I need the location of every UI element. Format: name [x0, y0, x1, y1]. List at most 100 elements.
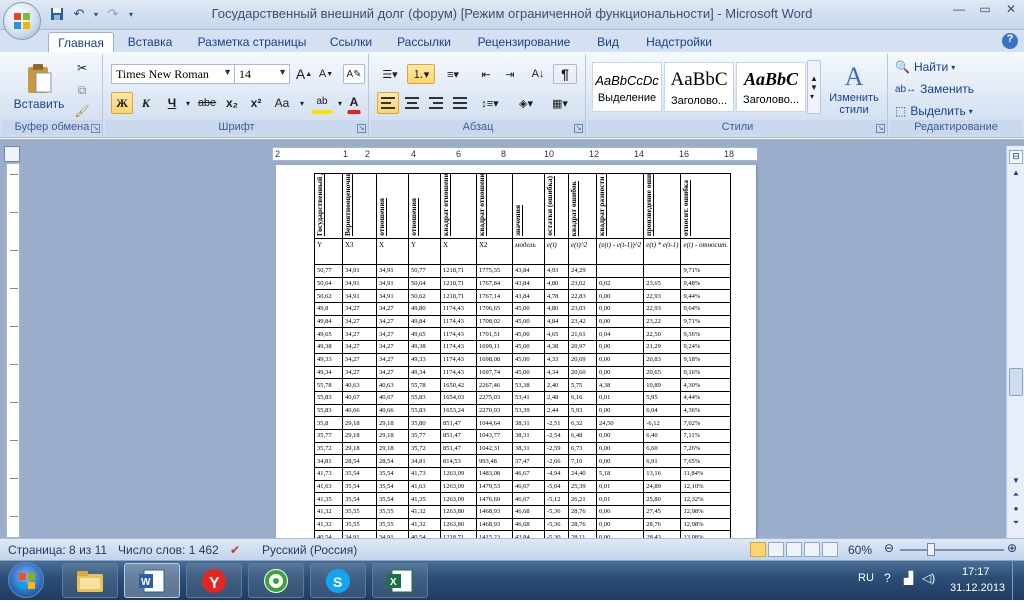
maximize-icon[interactable]: ▭ — [972, 0, 998, 18]
table-cell[interactable]: 43,84 — [512, 289, 545, 304]
table-cell[interactable]: 53,41 — [512, 390, 545, 405]
table-cell[interactable]: 1263,09 — [440, 492, 477, 507]
table-cell[interactable]: 34,27 — [376, 302, 409, 316]
table-cell[interactable]: 34,27 — [376, 340, 409, 354]
header-cell[interactable]: произведение ошибок — [643, 173, 682, 239]
line-spacing-icon[interactable]: ↕≡▾ — [475, 92, 505, 114]
table-cell[interactable]: 9,16% — [680, 365, 732, 380]
undo-dropdown-icon[interactable]: ▾ — [92, 5, 100, 23]
table-cell[interactable]: 23,42 — [568, 314, 597, 329]
table-cell[interactable]: 24,89 — [643, 479, 682, 494]
table-cell[interactable]: 49,80 — [408, 302, 441, 316]
font-launcher-icon[interactable]: ↘ — [357, 124, 366, 133]
table-cell[interactable]: 49,34 — [314, 365, 343, 380]
table-cell[interactable]: 41,73 — [408, 467, 441, 481]
table-cell[interactable]: 4,78 — [544, 289, 569, 304]
table-cell[interactable]: 49,34 — [408, 365, 441, 380]
minimize-icon[interactable]: — — [946, 0, 972, 18]
cut-icon[interactable]: ✂ — [72, 58, 92, 78]
table-cell[interactable]: 12,32% — [680, 492, 732, 507]
table-cell[interactable]: 23,65 — [643, 276, 682, 291]
table-cell[interactable]: 1697,74 — [476, 365, 513, 380]
align-left-icon[interactable] — [377, 92, 399, 114]
print-layout-view-icon[interactable] — [750, 542, 766, 557]
table-cell[interactable]: 20,97 — [568, 340, 597, 354]
table-cell[interactable]: 1042,31 — [476, 441, 513, 456]
table-cell[interactable]: 4,84 — [544, 314, 569, 329]
table-cell[interactable]: 0,00 — [595, 352, 645, 367]
table-cell[interactable]: 55,78 — [408, 378, 441, 392]
strikethrough-button[interactable]: abe — [195, 92, 219, 114]
style-card-emphasis[interactable]: AaBbCcDc Выделение — [592, 62, 662, 112]
zoom-slider-thumb[interactable] — [927, 543, 935, 556]
tab-insert[interactable]: Вставка — [118, 32, 182, 52]
table-cell[interactable]: 35,54 — [376, 492, 409, 507]
table-cell[interactable]: 1654,03 — [440, 390, 477, 405]
table-cell[interactable]: 1218,71 — [440, 276, 477, 291]
font-name-combo[interactable]: Times New Roman ▼ — [111, 64, 235, 84]
table-cell[interactable]: 50,62 — [408, 289, 441, 304]
office-button[interactable] — [3, 2, 41, 40]
table-cell[interactable]: 20,60 — [568, 365, 597, 380]
table-cell[interactable]: 24,29 — [568, 264, 597, 278]
table-cell[interactable]: 41,32 — [314, 517, 343, 532]
table-cell[interactable]: -5,12 — [544, 492, 569, 507]
tab-references[interactable]: Ссылки — [322, 32, 380, 52]
table-cell[interactable]: 34,91 — [376, 289, 409, 304]
zoom-in-icon[interactable]: ⊕ — [1007, 541, 1017, 555]
table-cell[interactable]: 49,84 — [408, 314, 441, 329]
table-cell[interactable]: 35,72 — [314, 441, 343, 456]
table-cell[interactable]: 1263,80 — [440, 517, 477, 532]
borders-icon[interactable]: ▦▾ — [545, 92, 575, 114]
table-cell[interactable]: 9,44% — [680, 289, 732, 304]
table-cell[interactable]: -5,36 — [544, 505, 569, 519]
header-cell[interactable]: Вероятнооценочный доход — [342, 173, 377, 239]
vertical-scrollbar[interactable]: ⊟ ▲ ▼ ⏶ ● ⏷ — [1006, 146, 1024, 538]
table-cell[interactable]: 34,91 — [342, 289, 377, 304]
show-desktop-button[interactable] — [1012, 560, 1024, 600]
table-cell[interactable]: 29,18 — [376, 416, 409, 430]
table-cell[interactable]: 12,98% — [680, 505, 732, 519]
table-cell[interactable]: 46,68 — [512, 517, 545, 532]
table-cell[interactable]: 45,00 — [512, 365, 545, 380]
subheader-cell[interactable]: X2 — [476, 238, 513, 265]
document-page[interactable]: Государственный долг Вероятнооценочный до… — [276, 165, 756, 538]
word-count[interactable]: Число слов: 1 462 — [118, 543, 219, 557]
table-cell[interactable]: 7,10 — [568, 454, 597, 468]
table-cell[interactable]: 34,91 — [376, 264, 409, 278]
bold-button[interactable]: Ж — [111, 92, 133, 114]
table-cell[interactable]: 2270,03 — [476, 403, 513, 418]
table-cell[interactable]: 1468,93 — [476, 505, 513, 519]
language-indicator[interactable]: Русский (Россия) — [262, 543, 357, 557]
table-cell[interactable]: 20,65 — [643, 365, 682, 380]
table-cell[interactable]: 993,48 — [476, 454, 513, 468]
align-right-icon[interactable] — [425, 92, 447, 114]
table-cell[interactable]: 34,91 — [376, 530, 409, 538]
table-cell[interactable]: 28,76 — [643, 517, 682, 532]
table-cell[interactable]: 23,22 — [643, 314, 682, 329]
table-cell[interactable]: 46,67 — [512, 492, 545, 507]
numbering-icon[interactable]: ⒈▾ — [407, 64, 435, 84]
table-cell[interactable]: -2,59 — [544, 441, 569, 456]
customize-qat-icon[interactable]: ▾ — [126, 5, 136, 23]
sort-icon[interactable]: A↓ — [527, 64, 549, 84]
table-cell[interactable]: 34,27 — [342, 302, 377, 316]
table-cell[interactable]: -6,12 — [643, 416, 682, 430]
table-cell[interactable]: 5,93 — [568, 403, 597, 418]
table-cell[interactable]: 38,31 — [512, 441, 545, 456]
subheader-cell[interactable]: X3 — [342, 238, 377, 265]
zoom-out-icon[interactable]: ⊖ — [884, 541, 894, 555]
draft-view-icon[interactable] — [822, 542, 838, 557]
header-cell[interactable]: отношения — [376, 173, 409, 239]
underline-dropdown-icon[interactable]: ▾ — [183, 92, 193, 114]
table-cell[interactable]: 9,71% — [680, 314, 732, 329]
table-cell[interactable]: 41,35 — [314, 492, 343, 507]
table-cell[interactable]: 41,63 — [408, 479, 441, 494]
table-cell[interactable]: 4,34 — [544, 365, 569, 380]
table-cell[interactable]: 1174,43 — [440, 327, 477, 342]
table-cell[interactable]: 22,50 — [643, 327, 682, 342]
decrease-indent-icon[interactable]: ⇤ — [475, 64, 497, 84]
table-cell[interactable]: 34,91 — [342, 264, 377, 278]
table-cell[interactable]: -2,51 — [544, 416, 569, 430]
page-indicator[interactable]: Страница: 8 из 11 — [8, 543, 107, 557]
